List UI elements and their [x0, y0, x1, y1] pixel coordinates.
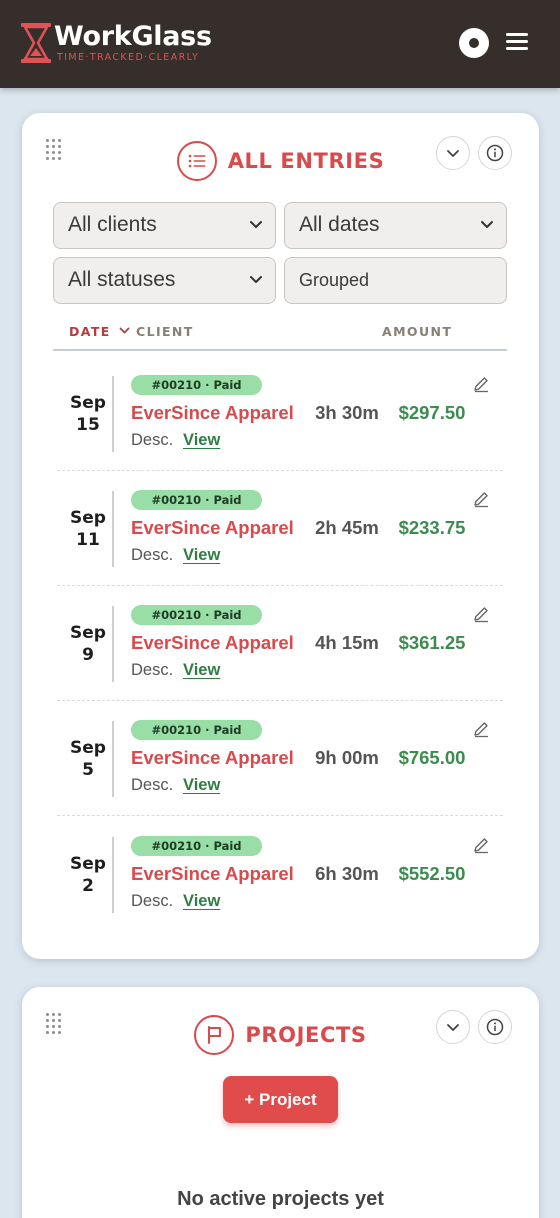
entry-row[interactable]: Sep 5 #00210 · Paid EverSince Apparel 9h… — [22, 711, 539, 826]
projects-panel: PROJECTS + Project No active projects ye… — [22, 987, 539, 1218]
date-divider — [112, 491, 114, 567]
status-filter-value: All statuses — [68, 268, 176, 291]
sort-chevron-down-icon — [119, 327, 129, 334]
entry-duration: 6h 30m — [315, 863, 379, 884]
entry-client: EverSince Apparel — [131, 747, 294, 768]
invoice-status-badge: #00210 · Paid — [131, 720, 262, 740]
row-divider — [57, 815, 503, 816]
entries-panel: ALL ENTRIES All clients All dates All st… — [22, 113, 539, 959]
view-description-link[interactable]: View — [183, 661, 220, 680]
hourglass-logo-icon — [21, 23, 51, 63]
entry-duration: 4h 15m — [315, 632, 379, 653]
date-filter-select[interactable]: All dates — [284, 202, 507, 249]
invoice-status-badge: #00210 · Paid — [131, 490, 262, 510]
grouping-toggle[interactable]: Grouped — [284, 257, 507, 304]
entry-client: EverSince Apparel — [131, 863, 294, 884]
row-divider — [57, 470, 503, 471]
client-column-header[interactable]: CLIENT — [136, 324, 194, 339]
header-divider — [53, 349, 507, 351]
view-description-link[interactable]: View — [183, 431, 220, 450]
chevron-down-icon — [447, 1023, 459, 1031]
row-divider — [57, 585, 503, 586]
date-column-header[interactable]: DATE — [69, 324, 130, 339]
theme-toggle-icon[interactable] — [459, 28, 489, 58]
entry-duration: 9h 00m — [315, 747, 379, 768]
list-icon — [176, 141, 217, 181]
date-filter-value: All dates — [299, 213, 380, 236]
entry-amount: $361.25 — [398, 632, 466, 653]
collapse-button[interactable] — [436, 136, 470, 170]
entry-desc-label: Desc. — [131, 776, 174, 794]
info-icon — [486, 1018, 504, 1036]
entry-duration: 3h 30m — [315, 402, 379, 423]
entry-date: Sep 5 — [70, 738, 106, 780]
entry-row[interactable]: Sep 11 #00210 · Paid EverSince Apparel 2… — [22, 481, 539, 596]
entry-amount: $297.50 — [398, 402, 466, 423]
app-header: WorkGlass TIME·TRACKED·CLEARLY — [0, 0, 560, 88]
entry-date: Sep 15 — [70, 393, 106, 435]
entry-desc-label: Desc. — [131, 431, 174, 449]
chevron-down-icon — [447, 149, 459, 157]
entry-amount: $765.00 — [398, 747, 466, 768]
add-project-button[interactable]: + Project — [223, 1076, 338, 1123]
edit-pencil-icon[interactable] — [472, 720, 490, 738]
projects-heading: PROJECTS — [245, 1023, 367, 1047]
edit-pencil-icon[interactable] — [472, 490, 490, 508]
empty-state-message: No active projects yet — [177, 1188, 384, 1210]
date-divider — [112, 837, 114, 913]
entry-row[interactable]: Sep 15 #00210 · Paid EverSince Apparel 3… — [22, 366, 539, 481]
app-tagline: TIME·TRACKED·CLEARLY — [57, 52, 200, 63]
entry-amount: $552.50 — [398, 863, 466, 884]
entry-date: Sep 2 — [70, 854, 106, 896]
entry-date: Sep 11 — [70, 508, 106, 550]
entry-desc-label: Desc. — [131, 546, 174, 564]
entry-row[interactable]: Sep 2 #00210 · Paid EverSince Apparel 6h… — [22, 827, 539, 942]
info-icon — [486, 144, 504, 162]
chevron-down-icon — [250, 221, 262, 228]
entry-desc-label: Desc. — [131, 661, 174, 679]
collapse-button[interactable] — [436, 1010, 470, 1044]
chevron-down-icon — [481, 221, 493, 228]
view-description-link[interactable]: View — [183, 892, 220, 911]
entry-desc-label: Desc. — [131, 892, 174, 910]
edit-pencil-icon[interactable] — [472, 836, 490, 854]
invoice-status-badge: #00210 · Paid — [131, 375, 262, 395]
edit-pencil-icon[interactable] — [472, 605, 490, 623]
info-button[interactable] — [478, 1010, 512, 1044]
client-filter-value: All clients — [68, 213, 157, 236]
client-filter-select[interactable]: All clients — [53, 202, 276, 249]
date-divider — [112, 606, 114, 682]
info-button[interactable] — [478, 136, 512, 170]
date-divider — [112, 721, 114, 797]
hamburger-menu-icon[interactable] — [506, 33, 528, 51]
view-description-link[interactable]: View — [183, 546, 220, 565]
entry-amount: $233.75 — [398, 517, 466, 538]
chevron-down-icon — [250, 276, 262, 283]
app-name: WorkGlass — [54, 21, 212, 52]
entry-client: EverSince Apparel — [131, 632, 294, 653]
date-divider — [112, 376, 114, 452]
invoice-status-badge: #00210 · Paid — [131, 605, 262, 625]
entry-row[interactable]: Sep 9 #00210 · Paid EverSince Apparel 4h… — [22, 596, 539, 711]
app-logo[interactable]: WorkGlass TIME·TRACKED·CLEARLY — [20, 22, 212, 64]
entry-date: Sep 9 — [70, 623, 106, 665]
invoice-status-badge: #00210 · Paid — [131, 836, 262, 856]
view-description-link[interactable]: View — [183, 776, 220, 795]
edit-pencil-icon[interactable] — [472, 375, 490, 393]
flag-icon — [194, 1015, 235, 1055]
row-divider — [57, 700, 503, 701]
grouping-value: Grouped — [299, 270, 370, 290]
entry-client: EverSince Apparel — [131, 517, 294, 538]
entry-client: EverSince Apparel — [131, 402, 294, 423]
status-filter-select[interactable]: All statuses — [53, 257, 276, 304]
amount-column-header[interactable]: AMOUNT — [382, 324, 452, 339]
date-header-label: DATE — [69, 324, 111, 339]
entry-duration: 2h 45m — [315, 517, 379, 538]
page-title: ALL ENTRIES — [227, 149, 385, 173]
